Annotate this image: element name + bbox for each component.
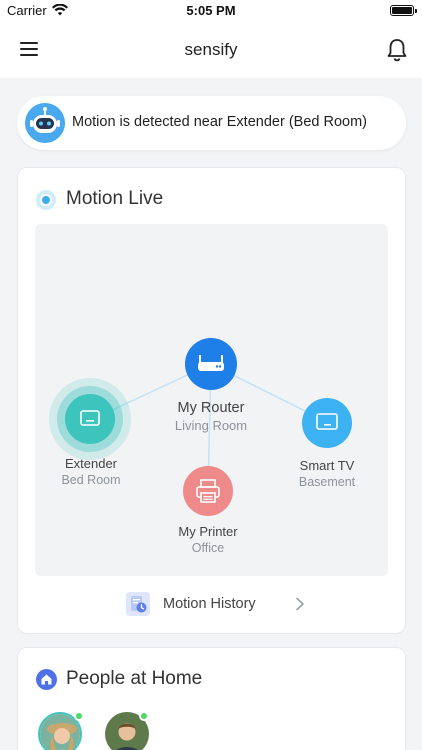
extender-icon xyxy=(80,410,100,426)
people-at-home-card: People at Home xyxy=(17,647,406,750)
extender-room: Bed Room xyxy=(61,473,121,487)
online-status-badge xyxy=(139,711,149,721)
motion-notification[interactable]: Motion is detected near Extender (Bed Ro… xyxy=(17,96,406,150)
robot-icon xyxy=(25,103,65,143)
router-icon xyxy=(198,355,224,371)
printer-name: My Printer xyxy=(178,524,238,539)
motion-live-card: Motion Live My Router Living Room Extend… xyxy=(17,167,406,634)
router-name: My Router xyxy=(177,400,245,416)
notification-text: Motion is detected near Extender (Bed Ro… xyxy=(72,114,367,130)
printer-room: Office xyxy=(191,541,225,555)
people-title: People at Home xyxy=(66,668,203,689)
printer-label: My Printer Office xyxy=(138,524,278,555)
app-title: sensify xyxy=(184,40,238,59)
battery-icon xyxy=(390,5,417,16)
router-label: My Router Living Room xyxy=(141,400,281,433)
motion-live-title: Motion Live xyxy=(66,188,164,209)
clock: 5:05 PM xyxy=(186,3,236,18)
online-status-badge xyxy=(74,711,84,721)
smart-tv-node[interactable] xyxy=(302,398,352,448)
router-room: Living Room xyxy=(174,418,248,433)
live-indicator-icon xyxy=(36,190,56,210)
bell-icon[interactable] xyxy=(386,38,408,62)
extender-label: Extender Bed Room xyxy=(21,456,161,487)
extender-node[interactable] xyxy=(65,394,115,444)
motion-map: My Router Living Room Extender Bed Room … xyxy=(35,224,388,576)
extender-name: Extender xyxy=(64,456,118,471)
status-bar: Carrier 5:05 PM xyxy=(0,0,422,22)
chevron-right-icon xyxy=(296,597,304,611)
printer-icon xyxy=(196,479,220,503)
smart-tv-label: Smart TV Basement xyxy=(257,458,397,489)
smart-tv-room: Basement xyxy=(298,475,356,489)
tv-icon xyxy=(316,413,338,430)
motion-history-label: Motion History xyxy=(163,596,256,612)
smart-tv-name: Smart TV xyxy=(299,458,355,473)
printer-node[interactable] xyxy=(183,466,233,516)
router-node[interactable] xyxy=(185,338,237,390)
history-icon xyxy=(126,592,150,616)
home-icon xyxy=(36,669,57,690)
app-header: sensify xyxy=(0,22,422,78)
motion-history-link[interactable]: Motion History xyxy=(18,588,407,622)
